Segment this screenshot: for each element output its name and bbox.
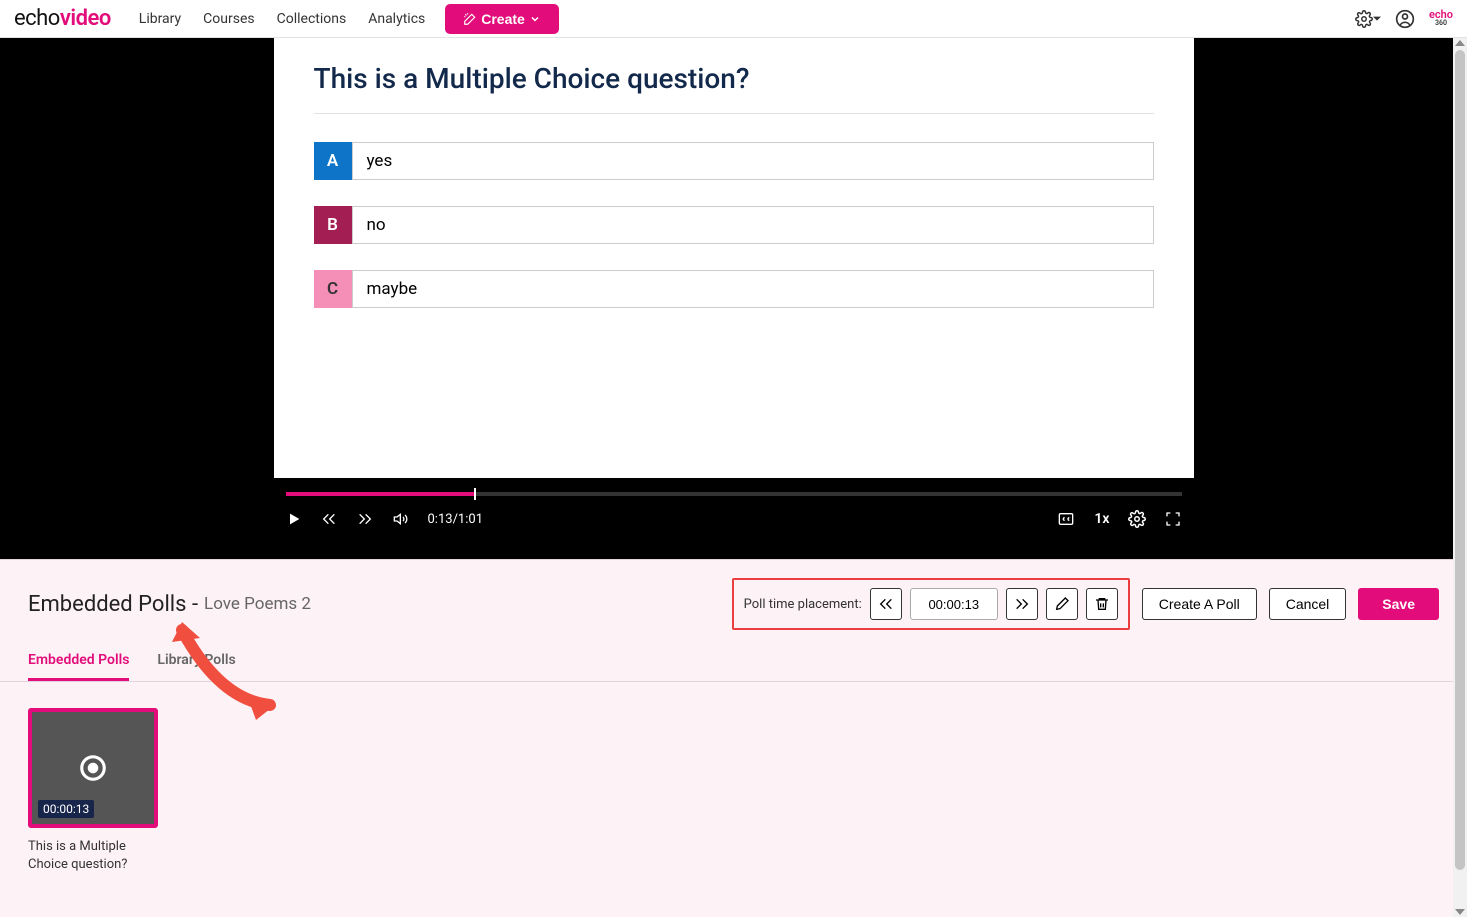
- question-title: This is a Multiple Choice question?: [314, 62, 1154, 114]
- wand-icon: [463, 12, 477, 26]
- pencil-icon: [1054, 596, 1070, 612]
- poll-caption: This is a Multiple Choice question?: [28, 838, 158, 874]
- fullscreen-icon[interactable]: [1164, 511, 1182, 527]
- step-back-button[interactable]: [870, 588, 902, 620]
- choice-text: maybe: [352, 270, 1154, 308]
- rewind-icon[interactable]: [320, 511, 338, 527]
- nav-links: Library Courses Collections Analytics: [139, 11, 425, 27]
- choice-text: yes: [352, 142, 1154, 180]
- question-slide: This is a Multiple Choice question? A ye…: [274, 38, 1194, 478]
- editor-header-title: Love Poems 2: [204, 594, 311, 614]
- poll-thumb-time: 00:00:13: [38, 800, 94, 818]
- choice-letter: A: [314, 142, 352, 180]
- echo360-logo[interactable]: echo360: [1429, 10, 1453, 26]
- poll-card[interactable]: 00:00:13 This is a Multiple Choice quest…: [28, 708, 158, 874]
- speed-control[interactable]: 1x: [1094, 511, 1109, 527]
- choice-c[interactable]: C maybe: [314, 270, 1154, 308]
- top-nav: echovideo Library Courses Collections An…: [0, 0, 1467, 38]
- chevron-down-icon: [529, 13, 541, 25]
- tab-library-polls[interactable]: Library Polls: [157, 652, 235, 681]
- profile-icon[interactable]: [1395, 9, 1415, 29]
- settings-menu[interactable]: [1355, 10, 1381, 28]
- choice-a[interactable]: A yes: [314, 142, 1154, 180]
- volume-icon[interactable]: [392, 511, 410, 527]
- video-stage: This is a Multiple Choice question? A ye…: [0, 38, 1467, 559]
- logo[interactable]: echovideo: [14, 6, 111, 31]
- poll-editor: Embedded Polls - Love Poems 2 Poll time …: [0, 559, 1467, 917]
- save-button[interactable]: Save: [1358, 588, 1439, 620]
- progress-bar[interactable]: [286, 492, 1182, 496]
- player-controls: 0:13/1:01 1x: [274, 478, 1194, 540]
- choice-text: no: [352, 206, 1154, 244]
- poll-marker-icon: [78, 753, 108, 783]
- nav-courses[interactable]: Courses: [203, 11, 254, 27]
- poll-thumbnails: 00:00:13 This is a Multiple Choice quest…: [28, 708, 1439, 874]
- choices-list: A yes B no C maybe: [314, 142, 1154, 308]
- edit-poll-button[interactable]: [1046, 588, 1078, 620]
- vertical-scrollbar[interactable]: [1453, 38, 1467, 917]
- choice-letter: C: [314, 270, 352, 308]
- delete-poll-button[interactable]: [1086, 588, 1118, 620]
- create-button[interactable]: Create: [445, 4, 559, 34]
- trash-icon: [1094, 596, 1110, 612]
- tab-embedded-polls[interactable]: Embedded Polls: [28, 652, 129, 681]
- editor-header-prefix: Embedded Polls -: [28, 592, 198, 617]
- choice-b[interactable]: B no: [314, 206, 1154, 244]
- settings-icon[interactable]: [1128, 510, 1146, 528]
- gear-icon: [1355, 10, 1373, 28]
- editor-tabs: Embedded Polls Library Polls: [0, 652, 1467, 682]
- play-icon[interactable]: [286, 511, 302, 527]
- placement-highlight: Poll time placement:: [732, 578, 1130, 630]
- time-display: 0:13/1:01: [428, 512, 484, 527]
- nav-library[interactable]: Library: [139, 11, 181, 27]
- nav-right: echo360: [1355, 9, 1453, 29]
- step-forward-button[interactable]: [1006, 588, 1038, 620]
- create-poll-button[interactable]: Create A Poll: [1142, 588, 1257, 620]
- placement-label: Poll time placement:: [744, 597, 862, 612]
- placement-time-input[interactable]: [910, 588, 998, 620]
- forward-icon[interactable]: [356, 511, 374, 527]
- choice-letter: B: [314, 206, 352, 244]
- step-back-icon: [878, 596, 894, 612]
- nav-analytics[interactable]: Analytics: [368, 11, 425, 27]
- cc-icon[interactable]: [1056, 511, 1076, 527]
- poll-thumbnail[interactable]: 00:00:13: [28, 708, 158, 828]
- cancel-button[interactable]: Cancel: [1269, 588, 1347, 620]
- nav-collections[interactable]: Collections: [277, 11, 347, 27]
- caret-down-icon: [1373, 15, 1381, 23]
- step-forward-icon: [1014, 596, 1030, 612]
